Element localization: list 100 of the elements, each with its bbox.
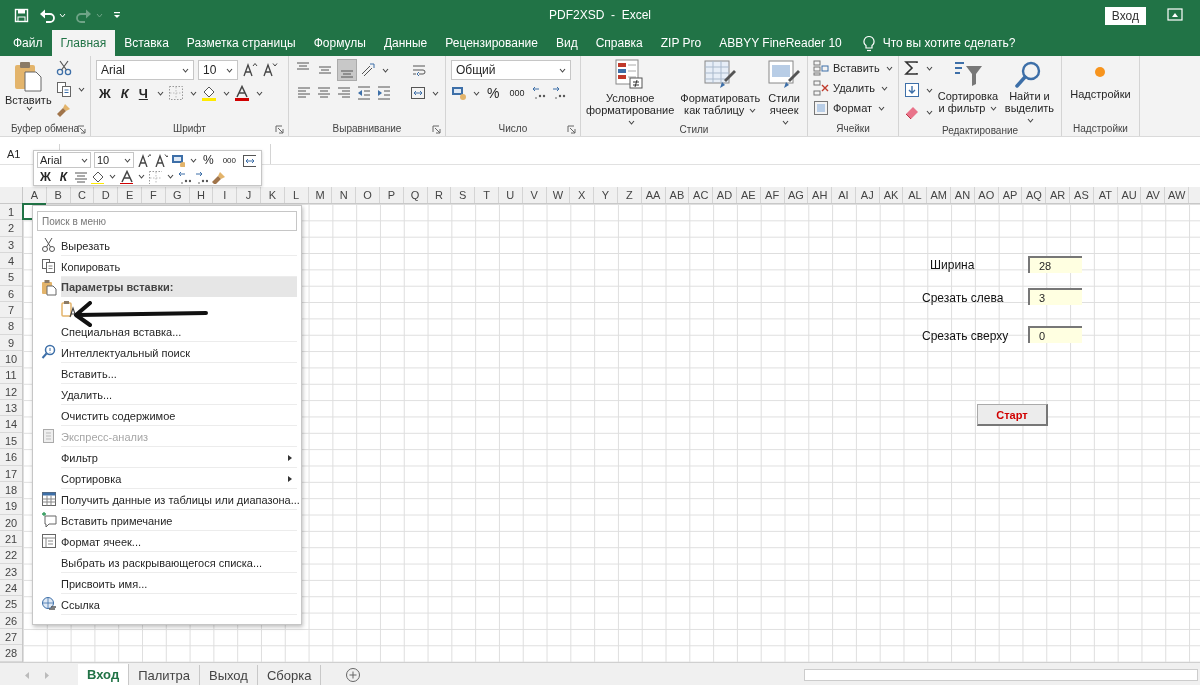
- ribbon-tab[interactable]: Вид: [546, 30, 587, 56]
- caret-icon[interactable]: [77, 86, 85, 92]
- column-header[interactable]: AS: [1070, 187, 1094, 203]
- styles-button[interactable]: Условное форматирование: [586, 58, 675, 128]
- row-header[interactable]: 23: [0, 563, 22, 580]
- input-field[interactable]: 3: [1028, 288, 1082, 305]
- column-header[interactable]: AG: [784, 187, 809, 203]
- row-header[interactable]: 24: [0, 579, 22, 597]
- currency-icon[interactable]: [171, 153, 185, 167]
- bold-button[interactable]: Ж: [96, 85, 114, 101]
- menu-item[interactable]: Выбрать из раскрывающегося списка...: [37, 552, 297, 573]
- row-header[interactable]: 14: [0, 416, 22, 433]
- font-color-icon[interactable]: [233, 85, 250, 101]
- ribbon-tab[interactable]: ABBYY FineReader 10: [710, 30, 851, 56]
- column-header[interactable]: AB: [665, 187, 690, 203]
- underline-button[interactable]: Ч: [135, 85, 151, 101]
- fill-color-icon[interactable]: [200, 85, 217, 101]
- menu-item[interactable]: Формат ячеек...: [37, 531, 297, 552]
- column-header[interactable]: C: [70, 187, 95, 203]
- percent-button[interactable]: %: [200, 153, 217, 167]
- row-header[interactable]: 25: [0, 596, 22, 613]
- format-painter-icon[interactable]: [55, 102, 72, 118]
- column-header[interactable]: W: [546, 187, 571, 203]
- row-header[interactable]: 27: [0, 628, 22, 646]
- ribbon-tab[interactable]: Главная: [51, 30, 116, 56]
- save-icon[interactable]: [14, 7, 29, 23]
- caret-icon[interactable]: [138, 174, 146, 179]
- ribbon-tab[interactable]: Формулы: [304, 30, 375, 56]
- column-header[interactable]: AI: [832, 187, 856, 203]
- column-header[interactable]: AR: [1046, 187, 1071, 203]
- row-header[interactable]: 17: [0, 465, 22, 482]
- sign-in-button[interactable]: Вход: [1104, 7, 1146, 25]
- column-header[interactable]: E: [118, 187, 142, 203]
- column-header[interactable]: D: [94, 187, 119, 203]
- row-header[interactable]: 4: [0, 253, 22, 270]
- caret-icon[interactable]: [473, 90, 480, 96]
- row-header[interactable]: 18: [0, 481, 22, 499]
- wrap-text-icon[interactable]: [411, 62, 427, 78]
- sum-icon[interactable]: [904, 60, 920, 76]
- column-header[interactable]: AE: [736, 187, 761, 203]
- column-header[interactable]: AW: [1165, 187, 1190, 203]
- row-header[interactable]: 3: [0, 236, 22, 254]
- font-name-dropdown[interactable]: Arial: [37, 152, 91, 168]
- row-header[interactable]: 11: [0, 367, 22, 384]
- decrease-decimal-icon[interactable]: [194, 169, 209, 184]
- column-header[interactable]: O: [356, 187, 380, 203]
- caret-icon[interactable]: [190, 157, 197, 163]
- input-field[interactable]: 0: [1028, 326, 1082, 343]
- menu-item[interactable]: Очистить содержимое: [37, 405, 297, 426]
- ribbon-tab[interactable]: Справка: [586, 30, 652, 56]
- font-size-dropdown[interactable]: 10: [94, 152, 134, 168]
- column-header[interactable]: J: [237, 187, 261, 203]
- decrease-font-icon[interactable]: [262, 62, 278, 78]
- column-header[interactable]: V: [522, 187, 547, 203]
- menu-search-field[interactable]: Поиск в меню: [37, 211, 297, 231]
- row-header[interactable]: 10: [0, 351, 22, 368]
- styles-button[interactable]: Стили ячеек: [766, 58, 803, 128]
- column-header[interactable]: Y: [594, 187, 618, 203]
- column-header[interactable]: T: [475, 187, 499, 203]
- column-header[interactable]: N: [332, 187, 357, 203]
- caret-icon[interactable]: [222, 90, 230, 96]
- merge-cells-icon[interactable]: [242, 153, 257, 167]
- customize-icon[interactable]: [113, 11, 121, 19]
- column-header[interactable]: AF: [760, 187, 785, 203]
- sheet-tab[interactable]: Вход: [78, 663, 130, 685]
- column-header[interactable]: L: [284, 187, 309, 203]
- row-header[interactable]: 22: [0, 547, 22, 564]
- column-header[interactable]: B: [46, 187, 71, 203]
- number-format-dropdown[interactable]: Общий: [451, 60, 571, 80]
- sheet-tab[interactable]: Выход: [200, 664, 258, 685]
- editing-button[interactable]: Сортировка и фильтр: [937, 60, 999, 114]
- row-header[interactable]: 20: [0, 514, 22, 531]
- start-button[interactable]: Старт: [977, 404, 1048, 426]
- ribbon-tab[interactable]: Файл: [4, 30, 52, 56]
- decrease-font-icon[interactable]: [154, 153, 168, 167]
- column-header[interactable]: AL: [903, 187, 928, 203]
- eraser-icon[interactable]: [904, 104, 920, 120]
- column-header[interactable]: AN: [951, 187, 975, 203]
- column-header[interactable]: G: [165, 187, 190, 203]
- column-header[interactable]: AO: [974, 187, 999, 203]
- column-header[interactable]: R: [427, 187, 452, 203]
- menu-item[interactable]: Копировать: [37, 256, 297, 277]
- percent-button[interactable]: %: [484, 85, 503, 101]
- decrease-decimal-icon[interactable]: [551, 85, 568, 101]
- increase-indent-icon[interactable]: [376, 85, 392, 101]
- fill-down-icon[interactable]: [904, 82, 920, 98]
- format-painter-icon[interactable]: [211, 169, 226, 184]
- row-header[interactable]: 15: [0, 432, 22, 450]
- column-header[interactable]: Q: [403, 187, 428, 203]
- column-header[interactable]: AC: [689, 187, 714, 203]
- styles-button[interactable]: Форматировать как таблицу: [680, 58, 761, 116]
- ribbon-tab[interactable]: Вставка: [115, 30, 178, 56]
- menu-item[interactable]: Ссылка: [37, 594, 297, 615]
- column-header[interactable]: AV: [1141, 187, 1166, 203]
- column-header[interactable]: A: [23, 187, 47, 203]
- paste-button[interactable]: Вставить: [5, 60, 52, 111]
- add-ins-button[interactable]: Надстройки: [1070, 66, 1131, 100]
- currency-icon[interactable]: [451, 85, 467, 101]
- ribbon-display-icon[interactable]: [1167, 8, 1183, 21]
- ribbon-tab[interactable]: ZIP Pro: [651, 30, 711, 56]
